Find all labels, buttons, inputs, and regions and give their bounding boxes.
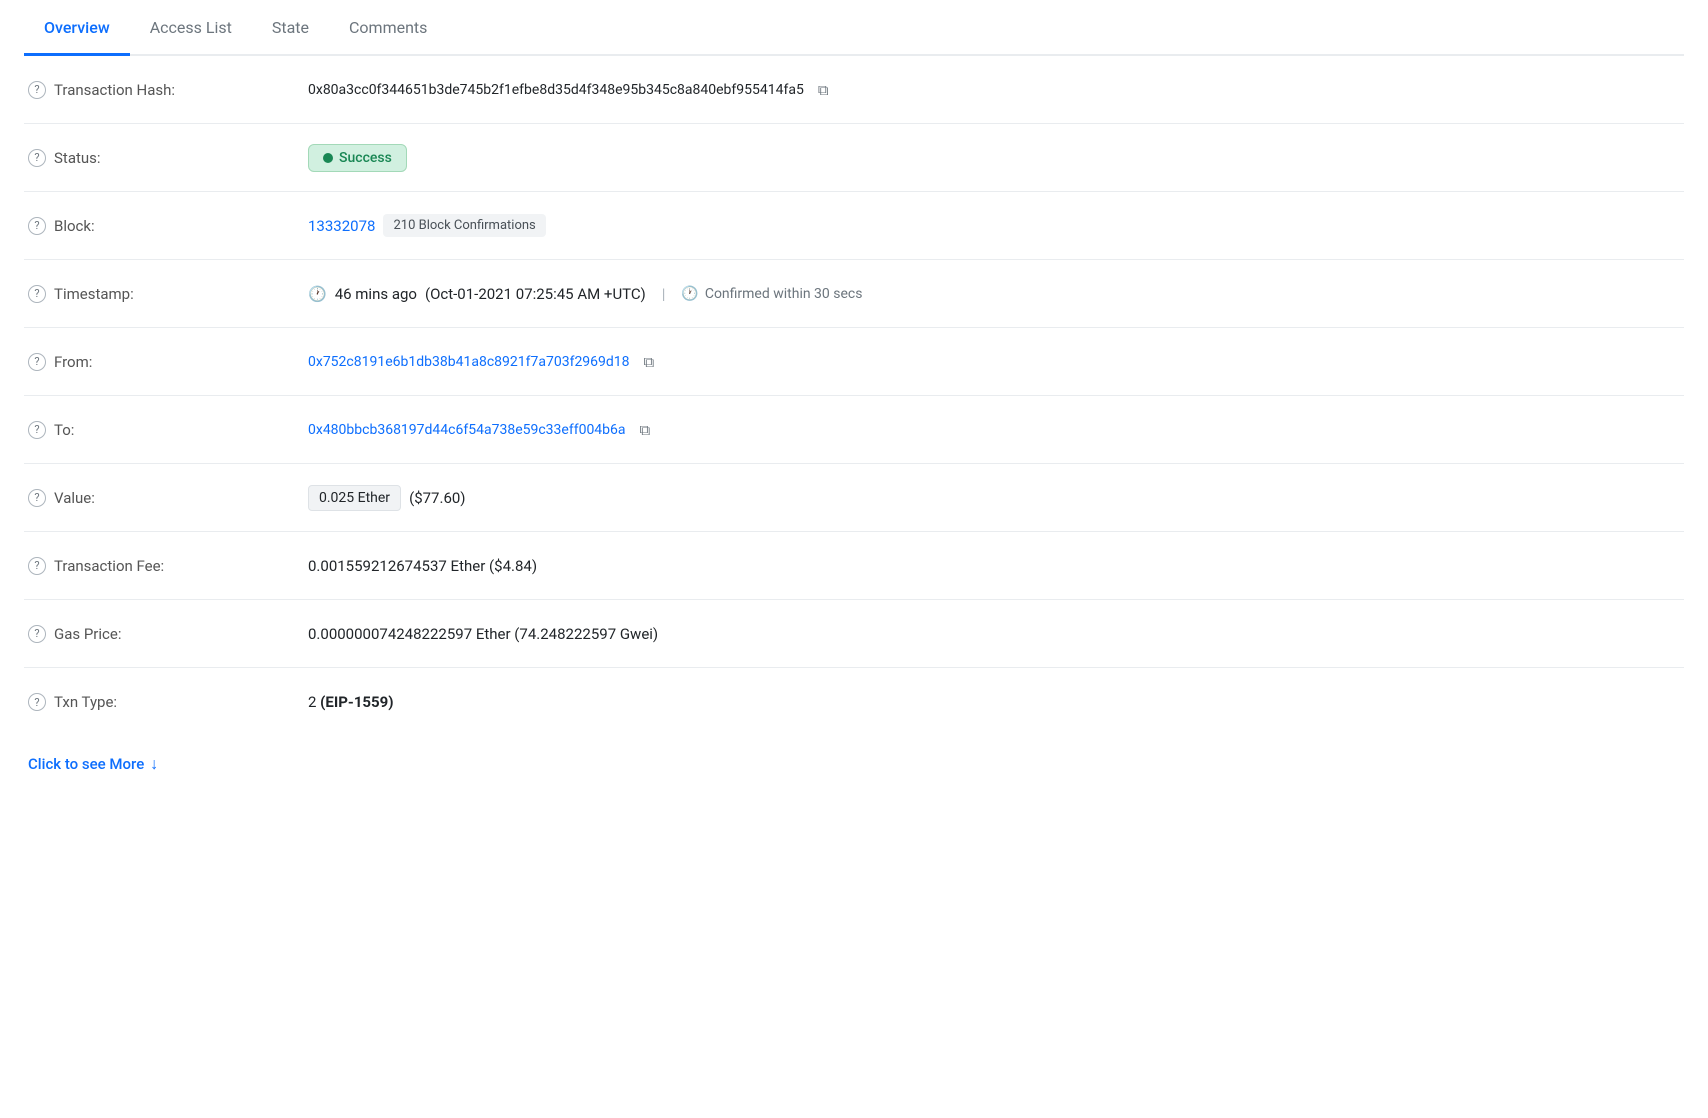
block-label: ? Block:: [28, 217, 308, 235]
to-copy-icon[interactable]: ⧉: [640, 421, 651, 439]
status-badge: Success: [308, 144, 407, 172]
clock-icon: 🕐: [308, 285, 327, 303]
tab-state[interactable]: State: [252, 0, 329, 56]
gas-price-label: ? Gas Price:: [28, 625, 308, 643]
confirmed-info: 🕐 Confirmed within 30 secs: [681, 286, 862, 302]
tab-bar: Overview Access List State Comments: [24, 0, 1684, 56]
timestamp-separator: |: [662, 285, 666, 303]
from-help-icon[interactable]: ?: [28, 353, 46, 371]
transaction-detail-table: ? Transaction Hash: 0x80a3cc0f344651b3de…: [24, 56, 1684, 736]
transaction-fee-row: ? Transaction Fee: 0.001559212674537 Eth…: [24, 532, 1684, 600]
to-label: ? To:: [28, 421, 308, 439]
transaction-hash-help-icon[interactable]: ?: [28, 81, 46, 99]
tab-access-list[interactable]: Access List: [130, 0, 252, 56]
value-row: ? Value: 0.025 Ether ($77.60): [24, 464, 1684, 532]
transaction-hash-label: ? Transaction Hash:: [28, 81, 308, 99]
value-usd: ($77.60): [409, 489, 465, 507]
block-help-icon[interactable]: ?: [28, 217, 46, 235]
timestamp-label: ? Timestamp:: [28, 285, 308, 303]
success-dot-icon: [323, 153, 333, 163]
to-row: ? To: 0x480bbcb368197d44c6f54a738e59c33e…: [24, 396, 1684, 464]
tab-overview[interactable]: Overview: [24, 0, 130, 56]
transaction-fee-help-icon[interactable]: ?: [28, 557, 46, 575]
transaction-fee-label: ? Transaction Fee:: [28, 557, 308, 575]
transaction-fee-value: 0.001559212674537 Ether ($4.84): [308, 557, 1680, 575]
status-value: Success: [308, 144, 1680, 172]
status-help-icon[interactable]: ?: [28, 149, 46, 167]
transaction-hash-row: ? Transaction Hash: 0x80a3cc0f344651b3de…: [24, 56, 1684, 124]
from-row: ? From: 0x752c8191e6b1db38b41a8c8921f7a7…: [24, 328, 1684, 396]
value-amount: 0.025 Ether ($77.60): [308, 485, 1680, 511]
to-help-icon[interactable]: ?: [28, 421, 46, 439]
txn-type-help-icon[interactable]: ?: [28, 693, 46, 711]
see-more-button[interactable]: Click to see More ↓: [24, 736, 1684, 792]
block-number-link[interactable]: 13332078: [308, 217, 375, 235]
txn-type-label: ? Txn Type:: [28, 693, 308, 711]
eip-badge: (EIP-1559): [320, 693, 393, 711]
status-row: ? Status: Success: [24, 124, 1684, 192]
value-ether-badge: 0.025 Ether: [308, 485, 401, 511]
from-value: 0x752c8191e6b1db38b41a8c8921f7a703f2969d…: [308, 353, 1680, 371]
block-value: 13332078 210 Block Confirmations: [308, 214, 1680, 237]
value-help-icon[interactable]: ?: [28, 489, 46, 507]
timestamp-row: ? Timestamp: 🕐 46 mins ago (Oct-01-2021 …: [24, 260, 1684, 328]
from-address-link[interactable]: 0x752c8191e6b1db38b41a8c8921f7a703f2969d…: [308, 354, 630, 370]
gas-price-help-icon[interactable]: ?: [28, 625, 46, 643]
timestamp-value: 🕐 46 mins ago (Oct-01-2021 07:25:45 AM +…: [308, 285, 1680, 303]
tab-comments[interactable]: Comments: [329, 0, 447, 56]
transaction-hash-copy-icon[interactable]: ⧉: [818, 81, 829, 99]
to-address-link[interactable]: 0x480bbcb368197d44c6f54a738e59c33eff004b…: [308, 422, 626, 438]
from-label: ? From:: [28, 353, 308, 371]
gas-price-value: 0.000000074248222597 Ether (74.248222597…: [308, 625, 1680, 643]
transaction-hash-value: 0x80a3cc0f344651b3de745b2f1efbe8d35d4f34…: [308, 81, 1680, 99]
from-copy-icon[interactable]: ⧉: [644, 353, 655, 371]
value-label: ? Value:: [28, 489, 308, 507]
block-confirmations-badge: 210 Block Confirmations: [383, 214, 545, 237]
txn-type-display: 2 (EIP-1559): [308, 693, 394, 711]
timestamp-help-icon[interactable]: ?: [28, 285, 46, 303]
status-label: ? Status:: [28, 149, 308, 167]
txn-type-row: ? Txn Type: 2 (EIP-1559): [24, 668, 1684, 736]
info-icon: 🕐: [681, 286, 698, 302]
block-row: ? Block: 13332078 210 Block Confirmation…: [24, 192, 1684, 260]
see-more-arrow-icon: ↓: [150, 754, 158, 774]
to-value: 0x480bbcb368197d44c6f54a738e59c33eff004b…: [308, 421, 1680, 439]
txn-type-value: 2 (EIP-1559): [308, 693, 1680, 711]
gas-price-row: ? Gas Price: 0.000000074248222597 Ether …: [24, 600, 1684, 668]
